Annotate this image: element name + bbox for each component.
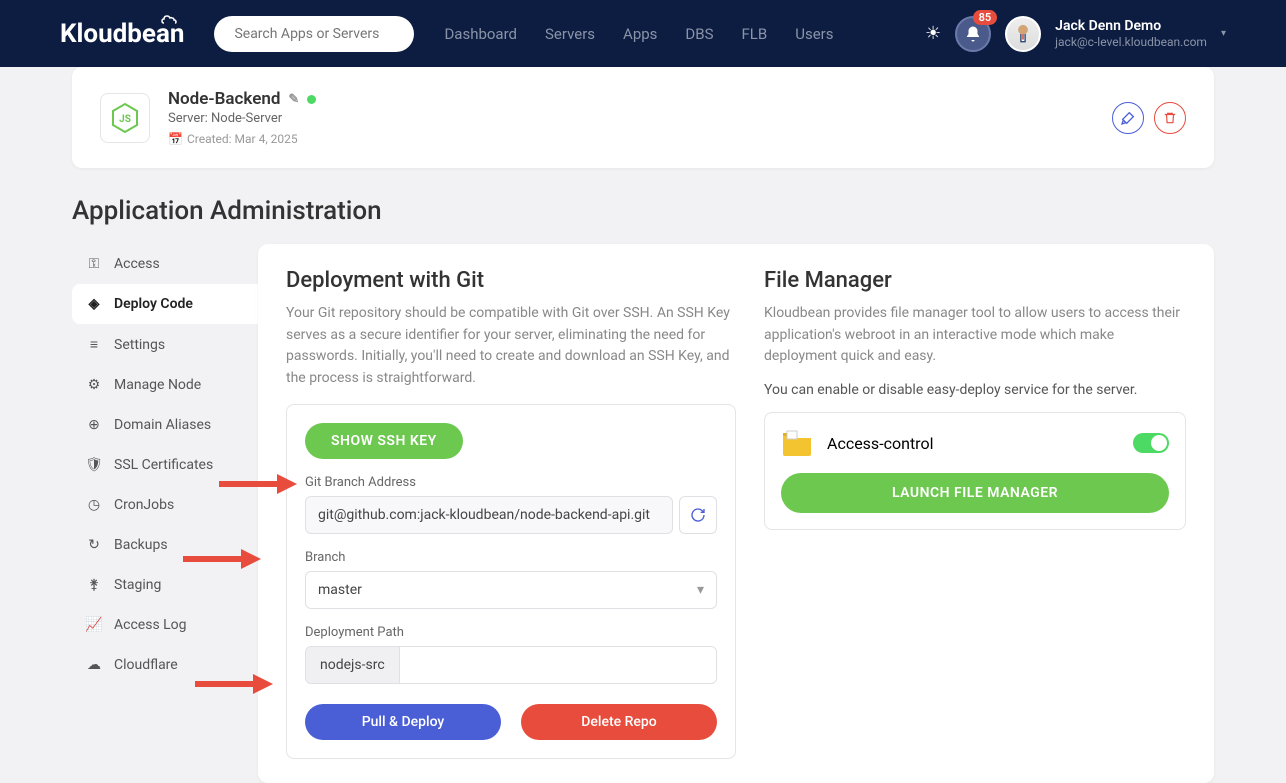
app-card: JS Node-Backend ✎ Server: Node-Server 📅C… xyxy=(72,67,1214,168)
sidebar-item-cloudflare[interactable]: ☁Cloudflare xyxy=(72,645,258,685)
path-label: Deployment Path xyxy=(305,625,717,640)
sidebar-item-backups[interactable]: ↻Backups xyxy=(72,525,258,565)
sidebar-item-staging[interactable]: ⚵Staging xyxy=(72,565,258,605)
sidebar-item-settings[interactable]: ≡Settings xyxy=(72,324,258,365)
app-title: Node-Backend ✎ xyxy=(168,89,316,109)
sidebar-item-deploy[interactable]: ◈Deploy Code xyxy=(72,284,258,324)
logo[interactable]: Kloudbean xyxy=(60,19,184,49)
delete-button[interactable] xyxy=(1154,102,1186,134)
sidebar-item-ssl[interactable]: 🛡SSL Certificates xyxy=(72,445,258,485)
nav-apps[interactable]: Apps xyxy=(623,25,657,43)
nav-dbs[interactable]: DBS xyxy=(685,25,713,43)
calendar-icon: 📅 xyxy=(168,132,183,146)
sidebar-item-cron[interactable]: ◷CronJobs xyxy=(72,485,258,525)
status-dot xyxy=(307,95,316,104)
path-input[interactable] xyxy=(400,647,716,683)
git-heading: Deployment with Git xyxy=(286,268,736,293)
user-info[interactable]: Jack Denn Demo jack@c-level.kloudbean.co… xyxy=(1055,17,1207,51)
refresh-button[interactable] xyxy=(679,496,717,534)
sidebar-item-domain[interactable]: ⊕Domain Aliases xyxy=(72,405,258,445)
fmgr-description: Kloudbean provides file manager tool to … xyxy=(764,303,1186,368)
launch-file-manager-button[interactable]: LAUNCH FILE MANAGER xyxy=(781,473,1169,513)
shield-icon: 🛡 xyxy=(86,457,102,473)
branch-label: Branch xyxy=(305,550,717,565)
user-email: jack@c-level.kloudbean.com xyxy=(1055,35,1207,51)
refresh-icon: ↻ xyxy=(86,537,102,553)
key-icon: ⚿ xyxy=(86,256,102,272)
sidebar-item-manage[interactable]: ⚙Manage Node xyxy=(72,365,258,405)
sliders-icon: ≡ xyxy=(86,336,102,353)
svg-text:JS: JS xyxy=(119,114,131,125)
access-control-toggle[interactable] xyxy=(1133,433,1169,453)
sidebar-item-accesslog[interactable]: 📈Access Log xyxy=(72,605,258,645)
topbar: Kloudbean Dashboard Servers Apps DBS FLB… xyxy=(0,0,1286,67)
nav-servers[interactable]: Servers xyxy=(545,25,595,43)
search-input[interactable] xyxy=(214,16,414,52)
staging-icon: ⚵ xyxy=(86,577,102,593)
chart-icon: 📈 xyxy=(86,617,102,633)
delete-repo-button[interactable]: Delete Repo xyxy=(521,704,717,740)
show-ssh-key-button[interactable]: SHOW SSH KEY xyxy=(305,423,463,459)
branch-address-label: Git Branch Address xyxy=(305,475,717,490)
path-prefix: nodejs-src xyxy=(306,647,400,683)
nav-users[interactable]: Users xyxy=(795,25,833,43)
theme-toggle-icon[interactable]: ☀ xyxy=(925,23,941,44)
clock-icon: ◷ xyxy=(86,497,102,513)
chevron-down-icon[interactable]: ▾ xyxy=(1221,28,1226,39)
branch-select[interactable]: master▾ xyxy=(305,571,717,609)
nodejs-icon: JS xyxy=(100,93,150,143)
git-address-input[interactable] xyxy=(305,496,673,534)
fmgr-description2: You can enable or disable easy-deploy se… xyxy=(764,382,1186,398)
notifications-button[interactable]: 85 xyxy=(955,16,991,52)
pull-deploy-button[interactable]: Pull & Deploy xyxy=(305,704,501,740)
access-control-label: Access-control xyxy=(827,434,933,453)
notification-badge: 85 xyxy=(973,10,998,25)
gear-icon: ⚙ xyxy=(86,377,102,393)
created-date: 📅Created: Mar 4, 2025 xyxy=(168,132,316,146)
avatar[interactable] xyxy=(1005,16,1041,52)
nav-dashboard[interactable]: Dashboard xyxy=(444,25,517,43)
sidebar-item-access[interactable]: ⚿Access xyxy=(72,244,258,284)
user-name: Jack Denn Demo xyxy=(1055,17,1207,35)
launch-button[interactable] xyxy=(1112,102,1144,134)
globe-icon: ⊕ xyxy=(86,417,102,433)
git-description: Your Git repository should be compatible… xyxy=(286,303,736,390)
fmgr-heading: File Manager xyxy=(764,268,1186,293)
git-panel: Deployment with Git Your Git repository … xyxy=(286,268,736,759)
sidebar: ⚿Access ◈Deploy Code ≡Settings ⚙Manage N… xyxy=(72,244,258,783)
cloud-icon: ☁ xyxy=(86,657,102,673)
folder-icon xyxy=(781,429,813,457)
deploy-icon: ◈ xyxy=(86,296,102,312)
file-manager-panel: File Manager Kloudbean provides file man… xyxy=(764,268,1186,759)
page-title: Application Administration xyxy=(72,196,1214,226)
edit-icon[interactable]: ✎ xyxy=(288,92,299,107)
server-name: Server: Node-Server xyxy=(168,111,316,126)
chevron-down-icon: ▾ xyxy=(697,582,704,598)
nav-flb[interactable]: FLB xyxy=(742,25,768,43)
top-nav: Dashboard Servers Apps DBS FLB Users xyxy=(444,25,833,43)
